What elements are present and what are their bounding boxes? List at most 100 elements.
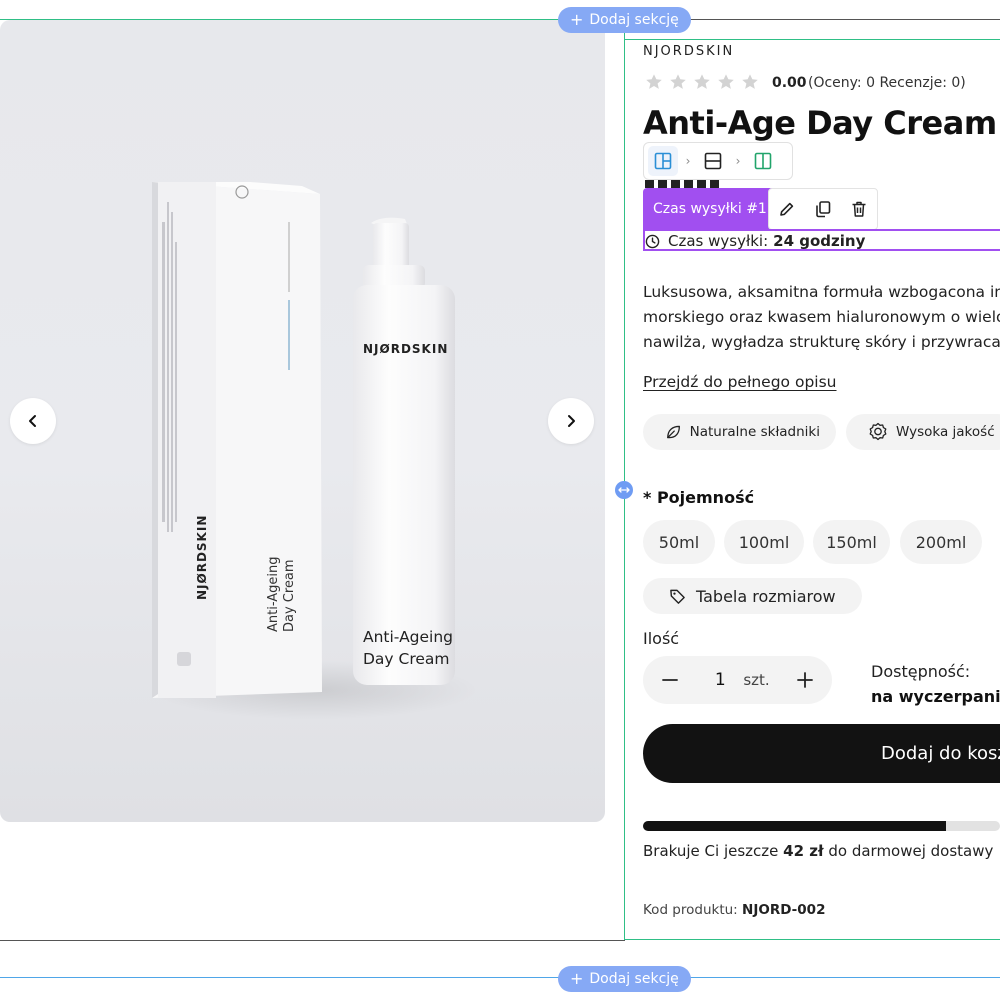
box-brand-text: NJØRDSKIN — [195, 514, 209, 600]
column-divider — [624, 19, 625, 940]
plus-icon — [797, 672, 813, 688]
star-icon — [742, 74, 758, 89]
description-line: morskiego oraz kwasem hialuronowym o wie… — [643, 308, 1000, 326]
product-title: Anti-Age Day Cream — [643, 104, 997, 142]
quantity-increase-button[interactable] — [792, 667, 818, 693]
star-icon — [694, 74, 710, 89]
free-shipping-progress — [643, 821, 1000, 831]
plus-icon: + — [570, 969, 584, 988]
plus-icon: + — [570, 10, 584, 29]
add-section-bottom-button[interactable]: + Dodaj sekcję — [558, 966, 691, 992]
variant-label: * Pojemność — [643, 488, 754, 507]
star-icon — [646, 74, 662, 89]
tag-icon — [670, 589, 685, 604]
right-column-frame-top — [625, 39, 1000, 40]
leaf-icon — [667, 425, 680, 439]
feature-high-quality: Wysoka jakość — [846, 414, 1000, 450]
shipping-label: Czas wysyłki: — [668, 232, 769, 250]
variant-option-100ml[interactable]: 100ml — [724, 520, 804, 564]
edit-icon — [780, 202, 794, 216]
quantity-label: Ilość — [643, 629, 680, 648]
free-shipping-amount: 42 zł — [783, 842, 824, 860]
layout-toolbar: › › — [643, 142, 793, 180]
duplicate-icon — [816, 201, 831, 218]
sku-label: Kod produktu: — [643, 902, 738, 918]
layout-mixed-button[interactable] — [648, 146, 678, 176]
chevron-right-icon: › — [685, 154, 691, 168]
add-section-bottom-label: Dodaj sekcję — [589, 971, 679, 987]
selected-block-tag[interactable]: Czas wysyłki #1 — [643, 188, 777, 230]
layout-columns-icon — [754, 152, 772, 170]
right-column-frame-bottom — [625, 939, 1000, 940]
gallery-next-button[interactable] — [548, 398, 594, 444]
block-actions-toolbar — [768, 188, 878, 230]
section-guide-bottom-left — [0, 940, 625, 941]
column-resize-handle[interactable] — [615, 481, 633, 499]
add-section-top-label: Dodaj sekcję — [589, 12, 679, 28]
clock-icon — [645, 234, 660, 248]
add-section-top-button[interactable]: + Dodaj sekcję — [558, 7, 691, 33]
free-shipping-prefix: Brakuje Ci jeszcze — [643, 842, 779, 860]
size-table-label: Tabela rozmiarow — [696, 586, 836, 606]
box-product-line-2: Day Cream — [282, 559, 297, 632]
delete-button[interactable] — [850, 200, 868, 218]
size-table-button[interactable]: Tabela rozmiarow — [643, 578, 862, 614]
star-icon — [670, 74, 686, 89]
gallery-prev-button[interactable] — [10, 398, 56, 444]
minus-icon — [662, 679, 678, 681]
box-product-line-1: Anti-Ageing — [266, 556, 281, 633]
rating-counts[interactable]: (Oceny: 0 Recenzje: 0) — [808, 75, 966, 91]
shipping-value: 24 godziny — [773, 232, 866, 250]
layout-columns-button[interactable] — [748, 146, 778, 176]
product-description: Luksusowa, aksamitna formuła wzbogacona … — [643, 280, 1000, 355]
product-sku: Kod produktu: NJORD-002 — [643, 902, 825, 918]
quantity-decrease-button[interactable] — [657, 667, 683, 693]
free-shipping-progress-fill — [643, 821, 947, 831]
bottle-product-text: Anti-Ageing Day Cream — [363, 626, 455, 670]
product-image: NJØRDSKIN Anti-Ageing Day Cream NJØRDSKI… — [0, 20, 605, 822]
quantity-input[interactable]: 1 — [705, 670, 735, 690]
resize-arrows-icon — [618, 487, 630, 493]
required-mark: * — [643, 488, 652, 507]
feature-label: Wysoka jakość — [896, 424, 995, 440]
chevron-left-icon — [29, 415, 36, 427]
section-guide-top-right — [690, 19, 1000, 20]
free-shipping-message: Brakuje Ci jeszcze 42 zł do darmowej dos… — [643, 842, 993, 860]
description-line: Luksusowa, aksamitna formuła wzbogacona … — [643, 283, 1000, 301]
rating-stars — [645, 73, 759, 91]
variant-option-50ml[interactable]: 50ml — [643, 520, 715, 564]
full-description-link[interactable]: Przejdź do pełnego opisu — [643, 373, 837, 391]
variant-label-text: Pojemność — [656, 488, 755, 507]
section-guide-bottom — [0, 977, 1000, 978]
layout-rows-icon — [704, 152, 722, 170]
variant-option-150ml[interactable]: 150ml — [813, 520, 890, 564]
duplicate-button[interactable] — [814, 200, 832, 218]
variant-option-200ml[interactable]: 200ml — [900, 520, 982, 564]
bottle-product-line-2: Day Cream — [363, 650, 450, 668]
edit-button[interactable] — [778, 200, 796, 218]
chevron-right-icon — [568, 415, 575, 427]
layout-rows-button[interactable] — [698, 146, 728, 176]
free-shipping-suffix: do darmowej dostawy — [828, 842, 994, 860]
star-icon — [718, 74, 734, 89]
feature-natural-ingredients: Naturalne składniki — [643, 414, 836, 450]
rating-value: 0.00 — [772, 75, 807, 91]
product-bottle-illustration — [353, 217, 455, 685]
quantity-stepper: 1 szt. — [643, 656, 832, 704]
quality-badge-icon — [869, 422, 887, 441]
chevron-right-icon: › — [735, 154, 741, 168]
layout-mixed-icon — [654, 152, 672, 170]
quantity-unit: szt. — [743, 671, 770, 689]
box-product-text: Anti-Ageing Day Cream — [266, 557, 298, 633]
feature-label: Naturalne składniki — [689, 424, 820, 440]
sku-value: NJORD-002 — [742, 902, 826, 918]
add-to-cart-button[interactable]: Dodaj do kosz — [643, 724, 1000, 783]
bottle-brand-text: NJØRDSKIN — [363, 342, 449, 356]
description-line: nawilża, wygładza strukturę skóry i przy… — [643, 333, 1000, 351]
shipping-time: Czas wysyłki: 24 godziny — [645, 232, 865, 250]
availability-label: Dostępność: — [871, 662, 971, 681]
availability-value: na wyczerpaniu — [871, 687, 1000, 706]
delete-icon — [852, 201, 866, 217]
bottle-product-line-1: Anti-Ageing — [363, 628, 454, 646]
product-brand: NJORDSKIN — [643, 44, 735, 59]
